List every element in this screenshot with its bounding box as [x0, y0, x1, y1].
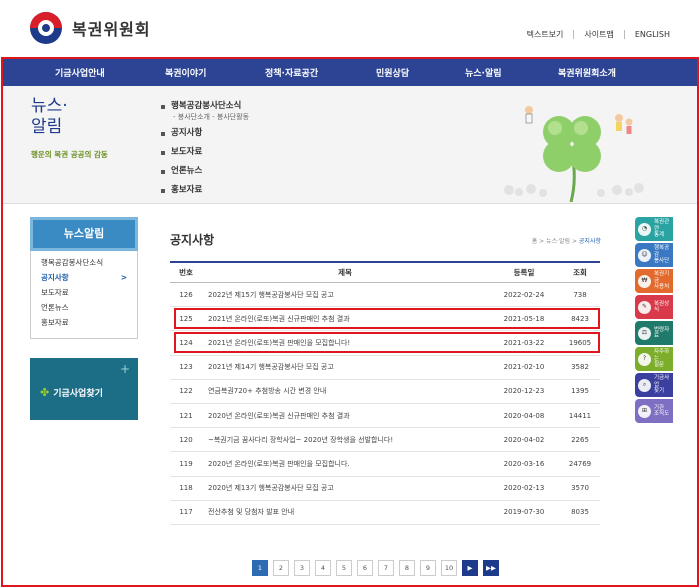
- utility-links: 텍스트보기 사이트맵 ENGLISH: [527, 29, 670, 40]
- sitemap-link[interactable]: 사이트맵: [584, 29, 613, 40]
- logo-text: 복권위원회: [72, 20, 151, 39]
- text-view-link[interactable]: 텍스트보기: [527, 29, 564, 40]
- taegeuk-logo-icon: [30, 12, 62, 44]
- top-header: 복권위원회 텍스트보기 사이트맵 ENGLISH: [0, 0, 700, 56]
- highlight-frame: [1, 57, 699, 587]
- site-logo[interactable]: 복권위원회: [30, 12, 151, 44]
- english-link[interactable]: ENGLISH: [635, 30, 670, 39]
